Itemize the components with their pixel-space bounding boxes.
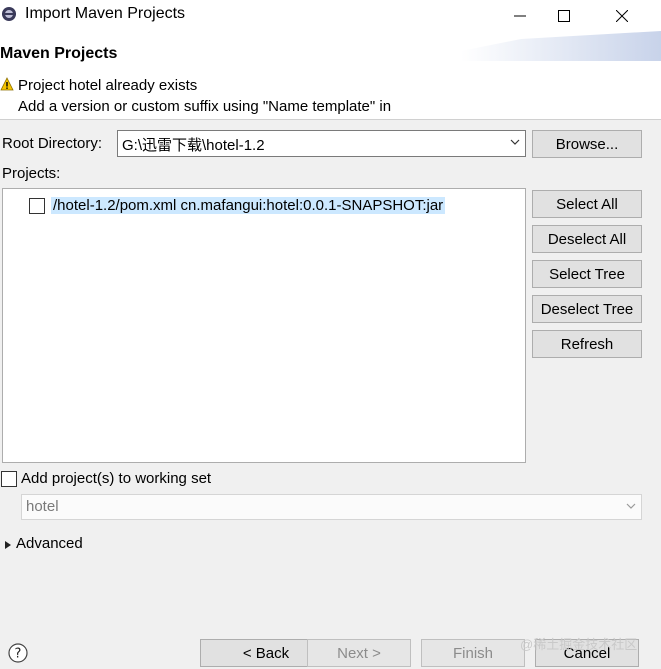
projects-label: Projects: (2, 165, 61, 182)
advanced-section-label[interactable]: Advanced (16, 535, 83, 552)
window-title: Import Maven Projects (25, 5, 186, 22)
next-button[interactable]: Next > (307, 639, 411, 667)
list-item[interactable]: /hotel-1.2/pom.xml cn.mafangui:hotel:0.0… (3, 193, 523, 215)
browse-button[interactable]: Browse... (532, 130, 642, 158)
project-checkbox[interactable] (29, 198, 45, 214)
warning-message: Project hotel already exists (18, 77, 198, 94)
close-button[interactable] (599, 0, 645, 31)
expand-arrow-icon[interactable] (4, 540, 12, 550)
root-directory-value: G:\迅雷下载\hotel-1.2 (122, 137, 265, 154)
warning-detail: Add a version or custom suffix using "Na… (18, 98, 392, 115)
refresh-button[interactable]: Refresh (532, 330, 642, 358)
select-tree-button[interactable]: Select Tree (532, 260, 642, 288)
root-directory-label: Root Directory: (2, 135, 103, 152)
working-set-checkbox[interactable] (1, 471, 17, 487)
finish-button[interactable]: Finish (421, 639, 525, 667)
minimize-icon (514, 15, 526, 16)
svg-text:?: ? (15, 647, 22, 662)
working-set-label: Add project(s) to working set (21, 470, 212, 487)
eclipse-app-icon (2, 7, 16, 21)
working-set-value: hotel (26, 498, 59, 515)
deselect-tree-button[interactable]: Deselect Tree (532, 295, 642, 323)
select-all-button[interactable]: Select All (532, 190, 642, 218)
header-banner-graphic (461, 31, 661, 61)
chevron-down-icon (510, 139, 520, 145)
projects-tree[interactable]: /hotel-1.2/pom.xml cn.mafangui:hotel:0.0… (2, 188, 526, 463)
page-title: Maven Projects (0, 45, 118, 62)
project-item-label: /hotel-1.2/pom.xml cn.mafangui:hotel:0.0… (51, 197, 446, 214)
warning-icon (0, 77, 14, 91)
working-set-combo[interactable]: hotel (21, 494, 642, 520)
title-bar: Import Maven Projects (0, 0, 661, 31)
help-icon[interactable]: ? (8, 643, 28, 663)
root-directory-combo[interactable]: G:\迅雷下载\hotel-1.2 (117, 130, 526, 157)
chevron-down-icon (626, 503, 636, 509)
deselect-all-button[interactable]: Deselect All (532, 225, 642, 253)
maximize-icon (558, 9, 570, 22)
wizard-header: Maven Projects Project hotel already exi… (0, 31, 661, 120)
maximize-button[interactable] (541, 0, 587, 31)
minimize-button[interactable] (497, 0, 543, 31)
watermark-text: @稀土掘金技术社区 (520, 637, 638, 652)
close-icon (616, 9, 628, 22)
